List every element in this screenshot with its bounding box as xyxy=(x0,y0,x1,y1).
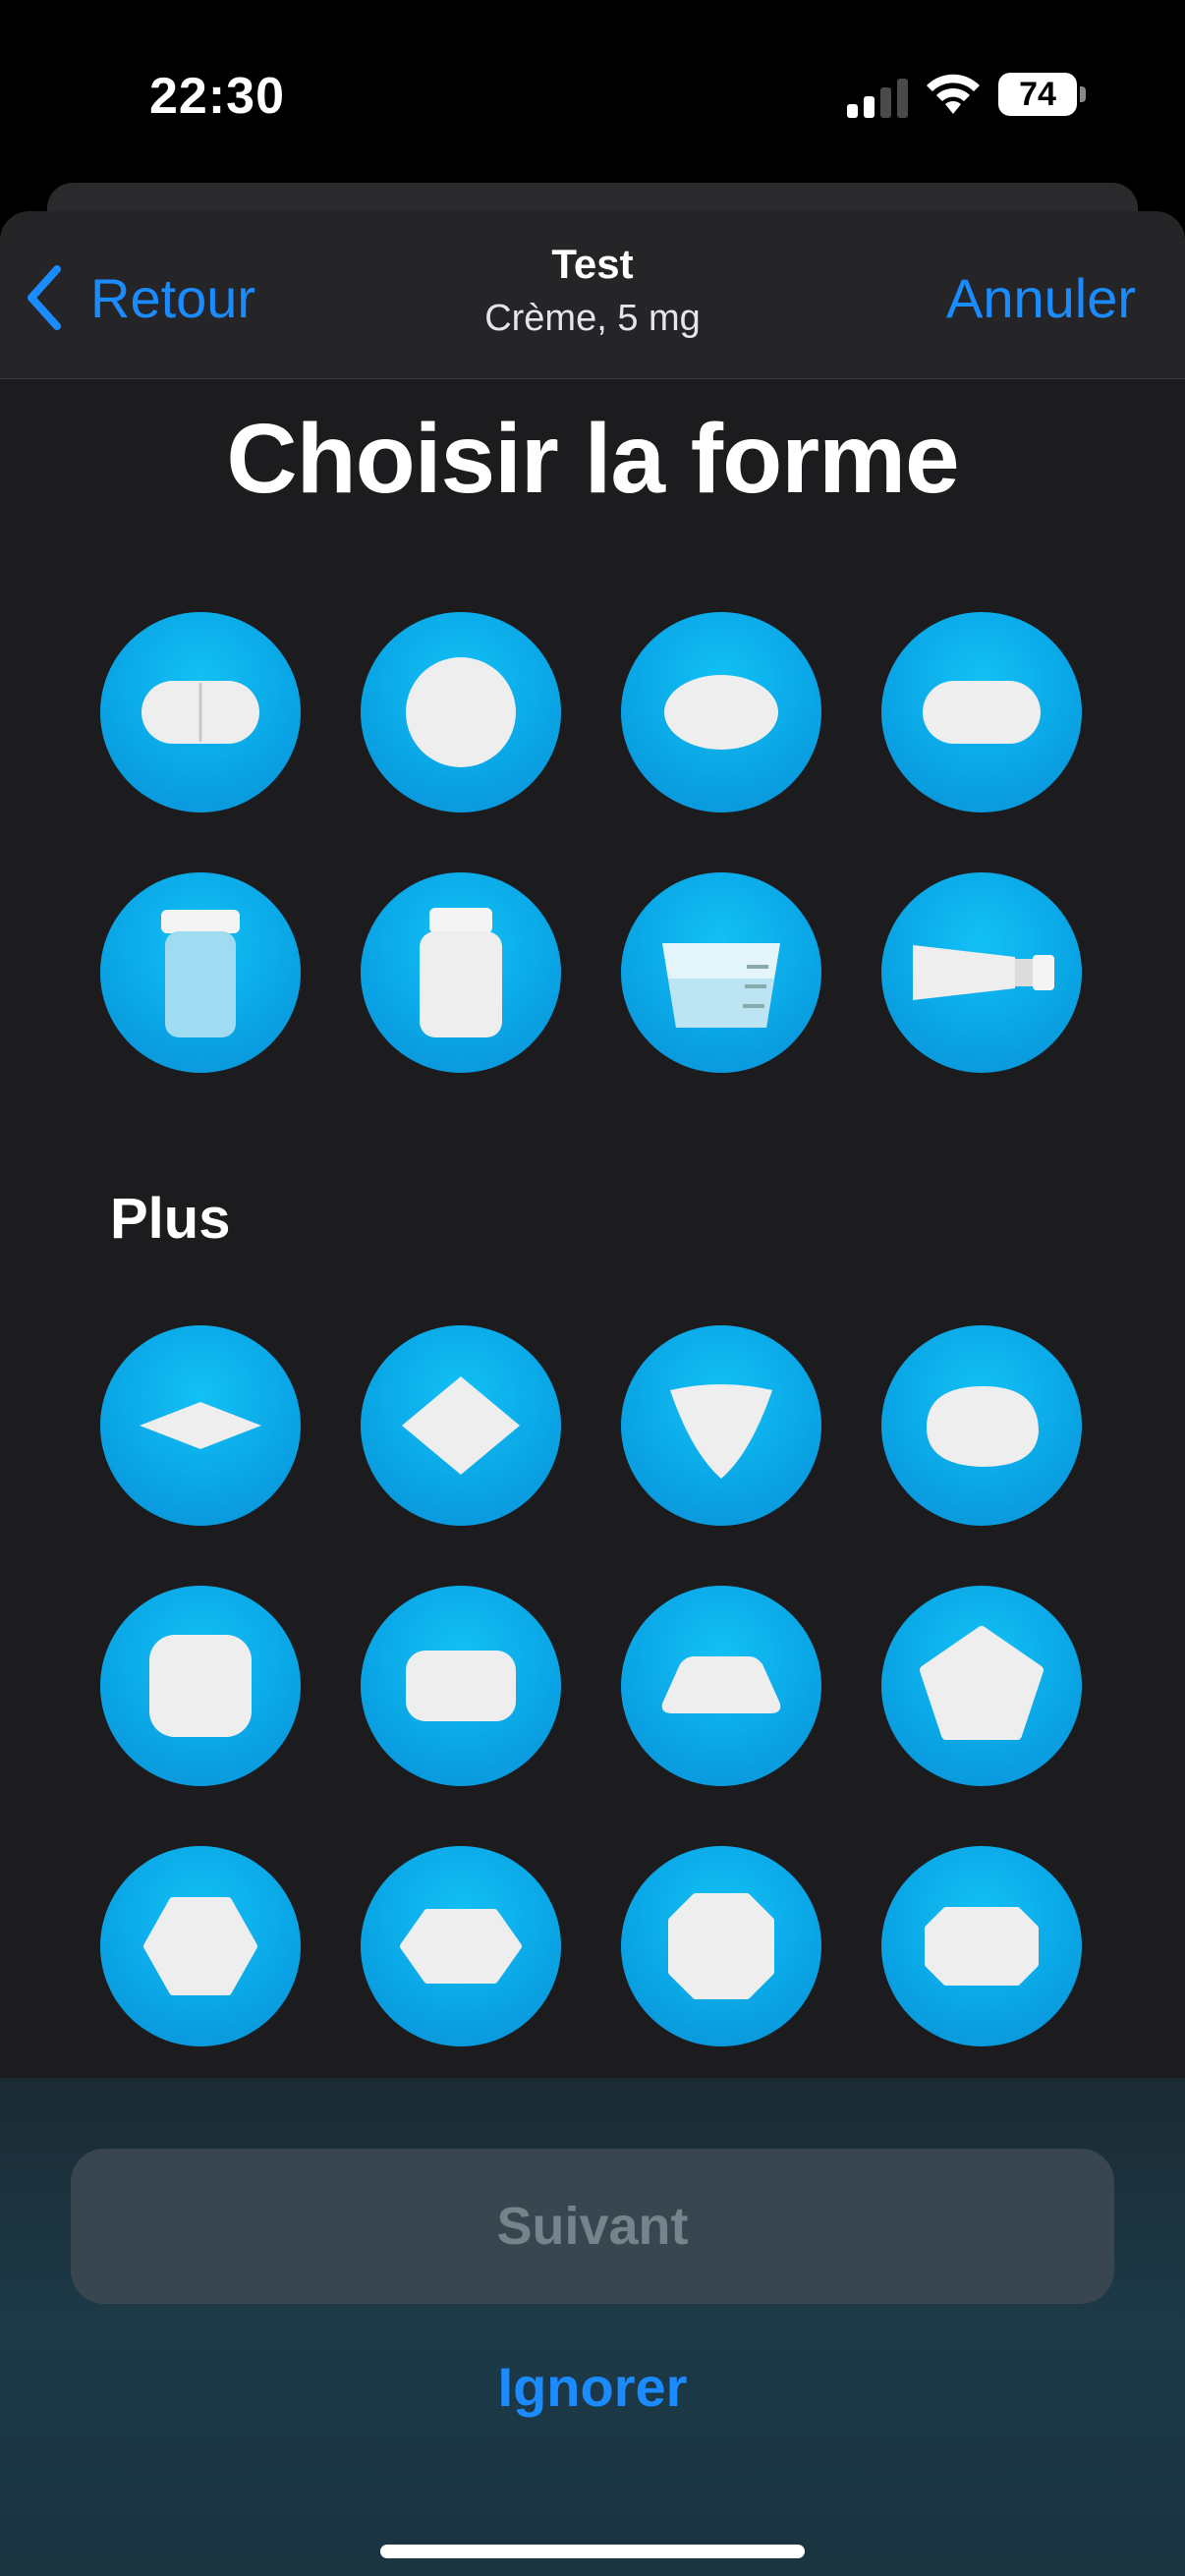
shape-option-clear-bottle[interactable] xyxy=(100,872,301,1073)
shape-option-pentagon[interactable] xyxy=(881,1586,1082,1786)
shape-option-oval[interactable] xyxy=(621,612,821,812)
shape-option-wide-hexagon[interactable] xyxy=(361,1846,561,2046)
triangle-tablet-icon xyxy=(670,1384,772,1479)
shape-option-trapezoid[interactable] xyxy=(621,1586,821,1786)
shape-option-pill-bottle[interactable] xyxy=(361,872,561,1073)
shape-option-oblong[interactable] xyxy=(881,612,1082,812)
shape-option-square[interactable] xyxy=(100,1586,301,1786)
navigation-bar: Retour Test Crème, 5 mg Annuler xyxy=(0,211,1185,379)
shape-option-round[interactable] xyxy=(361,612,561,812)
shape-option-capsule[interactable] xyxy=(100,612,301,812)
shape-option-hexagon[interactable] xyxy=(100,1846,301,2046)
shape-option-measuring-cup[interactable] xyxy=(621,872,821,1073)
cellular-signal-icon xyxy=(847,77,908,118)
diamond-flat-tablet-icon xyxy=(140,1402,261,1449)
section-more-label: Plus xyxy=(110,1187,231,1251)
battery-icon: 74 xyxy=(998,73,1086,116)
pill-bottle-icon xyxy=(420,908,502,1037)
home-indicator[interactable] xyxy=(380,2545,805,2558)
hexagon-tablet-icon xyxy=(143,1897,257,1995)
egg-tablet-icon xyxy=(927,1386,1039,1467)
shape-option-octagon[interactable] xyxy=(621,1846,821,2046)
clear-bottle-icon xyxy=(161,910,240,1037)
shape-option-triangle[interactable] xyxy=(621,1325,821,1526)
wide-octagon-tablet-icon xyxy=(925,1907,1039,1986)
trapezoid-tablet-icon xyxy=(661,1656,781,1713)
page-title: Choisir la forme xyxy=(226,404,959,514)
shape-option-wide-octagon[interactable] xyxy=(881,1846,1082,2046)
shape-option-cream-tube[interactable] xyxy=(881,872,1082,1073)
oblong-tablet-icon xyxy=(923,681,1041,744)
wifi-icon xyxy=(927,74,980,114)
skip-button[interactable]: Ignorer xyxy=(0,2355,1185,2419)
pentagon-tablet-icon xyxy=(920,1626,1044,1740)
oval-tablet-icon xyxy=(664,675,778,750)
status-bar: 22:30 74 xyxy=(0,0,1185,187)
diamond-tablet-icon xyxy=(402,1376,520,1475)
cancel-button[interactable]: Annuler xyxy=(946,258,1136,337)
next-button[interactable]: Suivant xyxy=(71,2149,1114,2304)
wide-hexagon-tablet-icon xyxy=(400,1909,522,1984)
footer-panel: Suivant Ignorer xyxy=(0,2078,1185,2576)
measuring-cup-icon xyxy=(662,943,780,1028)
shape-option-rectangle[interactable] xyxy=(361,1586,561,1786)
shape-option-diamond[interactable] xyxy=(361,1325,561,1526)
square-tablet-icon xyxy=(149,1635,252,1737)
rectangle-tablet-icon xyxy=(406,1651,516,1721)
capsule-icon xyxy=(141,681,259,744)
round-tablet-icon xyxy=(406,657,516,767)
shape-option-diamond-flat[interactable] xyxy=(100,1325,301,1526)
status-time: 22:30 xyxy=(149,68,285,125)
cream-tube-icon xyxy=(913,945,1054,1000)
octagon-tablet-icon xyxy=(668,1893,774,1999)
shape-option-egg[interactable] xyxy=(881,1325,1082,1526)
